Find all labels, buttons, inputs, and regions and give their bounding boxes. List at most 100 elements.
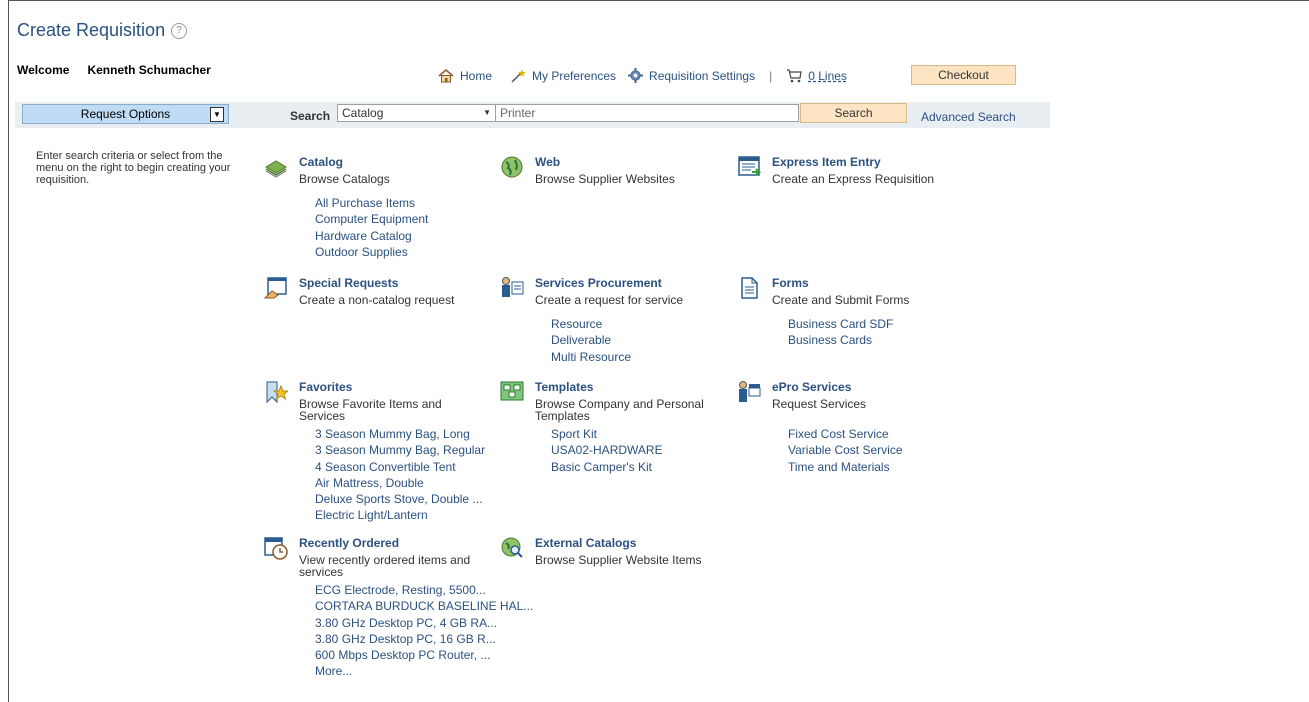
templates-icon (500, 381, 524, 401)
cart-link[interactable]: 0 Lines (786, 69, 847, 83)
tile-forms: Forms Create and Submit Forms Business C… (737, 276, 957, 351)
tile-description: Create a non-catalog request (299, 293, 455, 307)
list-item[interactable]: 3 Season Mummy Bag, Regular (315, 442, 485, 458)
user-name: Kenneth Schumacher (87, 63, 211, 77)
list-item[interactable]: Fixed Cost Service (788, 426, 903, 442)
list-item[interactable]: Hardware Catalog (315, 228, 428, 244)
tile-title[interactable]: Favorites (299, 380, 352, 394)
list-item[interactable]: Electric Light/Lantern (315, 507, 485, 523)
list-item[interactable]: Variable Cost Service (788, 442, 903, 458)
special-request-icon (264, 277, 287, 299)
cart-lines-count: 0 Lines (808, 68, 847, 83)
tile-title[interactable]: Templates (535, 380, 593, 394)
tile-epro-services: ePro Services Request Services Fixed Cos… (737, 380, 957, 475)
tile-title[interactable]: Web (535, 155, 560, 169)
templates-links: Sport Kit USA02-HARDWARE Basic Camper's … (551, 426, 663, 475)
tile-description: Browse Catalogs (299, 172, 390, 186)
tile-external-catalogs: External Catalogs Browse Supplier Websit… (500, 536, 720, 576)
tile-catalog: Catalog Browse Catalogs All Purchase Ite… (264, 155, 484, 265)
advanced-search-link[interactable]: Advanced Search (921, 110, 1016, 124)
list-item[interactable]: Deliverable (551, 332, 631, 348)
search-bar: Request Options ▼ Search Catalog ▼ Searc… (15, 102, 1050, 128)
tile-favorites: Favorites Browse Favorite Items and Serv… (264, 380, 485, 525)
tile-description: Create an Express Requisition (772, 172, 935, 186)
catalog-links: All Purchase Items Computer Equipment Ha… (315, 195, 428, 260)
my-preferences-link[interactable]: My Preferences (510, 68, 617, 83)
express-list-icon (738, 156, 761, 176)
settings-label: Requisition Settings (649, 68, 756, 83)
tile-description: Create and Submit Forms (772, 293, 910, 307)
request-options-label: Request Options (80, 107, 171, 121)
intro-text: Enter search criteria or select from the… (36, 150, 231, 186)
list-item[interactable]: Business Cards (788, 332, 893, 348)
help-icon[interactable]: ? (171, 23, 188, 40)
cart-icon (787, 68, 802, 82)
top-navigation: Home My Preferences Requisition Settings… (438, 68, 847, 83)
list-item[interactable]: Deluxe Sports Stove, Double ... (315, 491, 485, 507)
tile-web: Web Browse Supplier Websites (500, 155, 720, 195)
tile-special-requests: Special Requests Create a non-catalog re… (264, 276, 484, 316)
list-item[interactable]: More... (315, 663, 533, 679)
home-link[interactable]: Home (438, 69, 492, 83)
tile-templates: Templates Browse Company and Personal Te… (500, 380, 720, 475)
checkout-button[interactable]: Checkout (911, 65, 1016, 85)
list-item[interactable]: Computer Equipment (315, 211, 428, 227)
list-item[interactable]: All Purchase Items (315, 195, 428, 211)
tile-title[interactable]: Forms (772, 276, 809, 290)
requisition-settings-link[interactable]: Requisition Settings (628, 68, 755, 83)
tile-description: Browse Company and Personal Templates (535, 397, 704, 423)
list-item[interactable]: 3 Season Mummy Bag, Long (315, 426, 485, 442)
calendar-clock-icon (264, 537, 288, 560)
nav-separator: | (769, 68, 773, 83)
search-button[interactable]: Search (800, 103, 907, 123)
epro-links: Fixed Cost Service Variable Cost Service… (788, 426, 903, 475)
page-title-text: Create Requisition (17, 20, 166, 40)
home-icon (438, 68, 454, 82)
globe-search-icon (501, 537, 523, 558)
list-item[interactable]: Outdoor Supplies (315, 244, 428, 260)
recent-links: ECG Electrode, Resting, 5500... CORTARA … (315, 582, 533, 680)
tile-description: Create a request for service (535, 293, 684, 307)
list-item[interactable]: 4 Season Convertible Tent (315, 459, 485, 475)
tile-title[interactable]: ePro Services (772, 380, 851, 394)
search-input[interactable] (495, 104, 799, 122)
list-item[interactable]: Sport Kit (551, 426, 663, 442)
list-item[interactable]: Multi Resource (551, 349, 631, 365)
globe-icon (501, 156, 523, 178)
tile-title[interactable]: External Catalogs (535, 536, 636, 550)
list-item[interactable]: ECG Electrode, Resting, 5500... (315, 582, 533, 598)
forms-links: Business Card SDF Business Cards (788, 316, 893, 349)
tile-title[interactable]: Services Procurement (535, 276, 662, 290)
frame-top-border (8, 0, 1309, 1)
tile-title[interactable]: Recently Ordered (299, 536, 399, 550)
preferences-label: My Preferences (532, 68, 617, 83)
magic-wand-icon (511, 68, 527, 83)
services-links: Resource Deliverable Multi Resource (551, 316, 631, 365)
list-item[interactable]: Time and Materials (788, 459, 903, 475)
tile-title[interactable]: Express Item Entry (772, 155, 881, 169)
welcome-label: Welcome (17, 63, 70, 77)
services-person-icon (502, 277, 524, 297)
tile-title[interactable]: Special Requests (299, 276, 398, 290)
tile-description: View recently ordered items and services (299, 553, 471, 579)
document-icon (741, 277, 758, 299)
tile-description: Request Services (772, 397, 867, 411)
favorites-links: 3 Season Mummy Bag, Long 3 Season Mummy … (315, 426, 485, 524)
welcome-line: Welcome Kenneth Schumacher (17, 63, 211, 77)
list-item[interactable]: 3.80 GHz Desktop PC, 4 GB RA... (315, 615, 533, 631)
tile-express-item-entry: Express Item Entry Create an Express Req… (737, 155, 957, 195)
request-options-dropdown[interactable]: Request Options ▼ (22, 104, 229, 124)
list-item[interactable]: USA02-HARDWARE (551, 442, 663, 458)
epro-services-icon (739, 381, 761, 402)
gear-icon (628, 68, 644, 83)
list-item[interactable]: Air Mattress, Double (315, 475, 485, 491)
list-item[interactable]: 600 Mbps Desktop PC Router, ... (315, 647, 533, 663)
list-item[interactable]: Basic Camper's Kit (551, 459, 663, 475)
list-item[interactable]: Resource (551, 316, 631, 332)
tile-title[interactable]: Catalog (299, 155, 343, 169)
list-item[interactable]: 3.80 GHz Desktop PC, 16 GB R... (315, 631, 533, 647)
chevron-down-icon: ▼ (210, 107, 224, 122)
search-scope-select[interactable]: Catalog ▼ (337, 104, 497, 122)
list-item[interactable]: Business Card SDF (788, 316, 893, 332)
list-item[interactable]: CORTARA BURDUCK BASELINE HAL... (315, 598, 533, 614)
